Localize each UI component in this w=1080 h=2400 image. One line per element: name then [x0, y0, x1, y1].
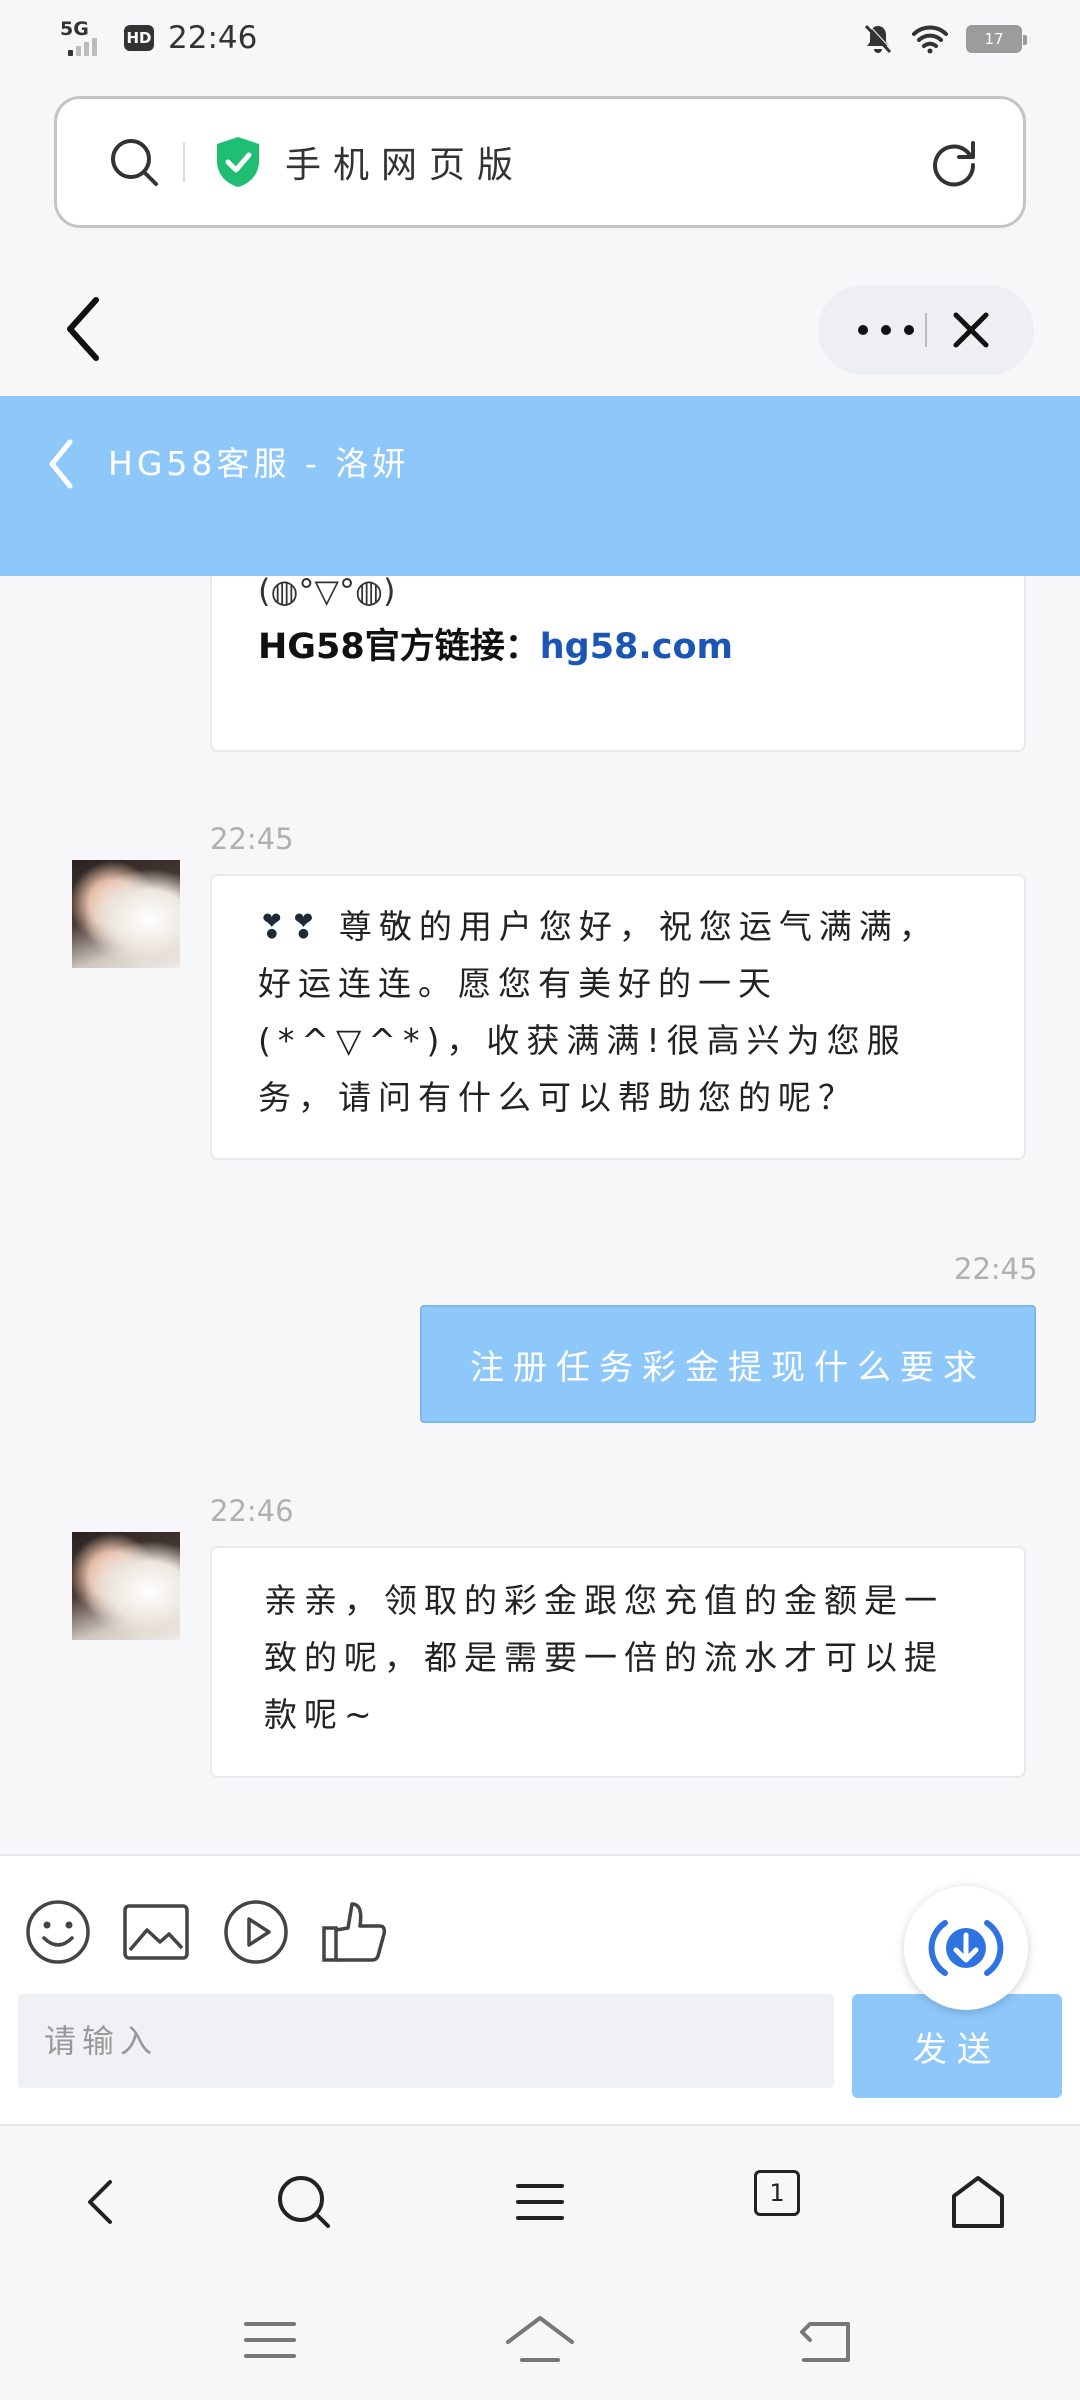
address-bar[interactable]: 手机网页版: [54, 96, 1026, 228]
status-bar: 5G HD 22:46 17: [0, 0, 1080, 84]
avatar[interactable]: [72, 1532, 180, 1640]
outgoing-message-bubble: 注册任务彩金提现什么要求: [420, 1305, 1036, 1423]
tabs-icon[interactable]: 1: [754, 2170, 800, 2216]
official-link-line: HG58官方链接：hg58.com: [258, 618, 733, 669]
back-arrow-icon[interactable]: [62, 294, 106, 364]
message-time: 22:45: [210, 822, 294, 856]
message-text: 亲亲，领取的彩金跟您充值的金额是一致的呢，都是需要一倍的流水才可以提款呢~: [264, 1581, 944, 1734]
official-link[interactable]: hg58.com: [540, 627, 733, 667]
message-text: ❣❣ 尊敬的用户您好，祝您运气满满，好运连连。愿您有美好的一天(*^▽^*)，收…: [258, 898, 978, 1126]
browser-nav: [0, 2124, 1080, 2280]
system-nav: [0, 2280, 1080, 2400]
message-time: 22:46: [210, 1494, 294, 1528]
menu-icon[interactable]: [510, 2172, 570, 2232]
status-time: 22:46: [168, 20, 258, 56]
address-title[interactable]: 手机网页版: [285, 136, 525, 188]
browser-search-icon[interactable]: [274, 2172, 334, 2232]
chat-area[interactable]: (◍°▽°◍) HG58官方链接：hg58.com 22:45 ❣❣ 尊敬的用户…: [0, 576, 1080, 1854]
status-left: 5G HD 22:46: [60, 18, 257, 58]
thumbs-up-icon[interactable]: [320, 1898, 388, 1966]
hearts-emoji: ❣❣: [258, 907, 322, 946]
message-emote: (◍°▽°◍): [258, 576, 396, 610]
wifi-icon: [912, 25, 948, 54]
message-body: 尊敬的用户您好，祝您运气满满，好运连连。愿您有美好的一天(*^▽^*)，收获满满…: [258, 907, 939, 1117]
hd-badge: HD: [124, 25, 154, 51]
network-type: 5G: [60, 18, 89, 40]
link-label: HG58官方链接：: [258, 627, 540, 667]
chat-back-icon[interactable]: [46, 436, 76, 492]
reload-icon[interactable]: [927, 135, 981, 189]
download-icon: [928, 1920, 1004, 1976]
video-icon[interactable]: [222, 1898, 290, 1966]
recent-apps-icon[interactable]: [234, 2304, 306, 2376]
send-button[interactable]: 发送: [852, 1994, 1062, 2098]
browser-home-icon[interactable]: [948, 2172, 1008, 2232]
message-time: 22:45: [954, 1252, 1038, 1286]
emoji-icon[interactable]: [24, 1898, 92, 1966]
capsule-menu: [818, 285, 1034, 375]
status-right: 17: [862, 22, 1027, 56]
shield-check-icon: [217, 137, 259, 187]
avatar[interactable]: [72, 860, 180, 968]
capsule-divider: [925, 313, 927, 347]
more-dots-icon[interactable]: [858, 309, 914, 351]
mute-notification-icon: [864, 23, 893, 54]
image-icon[interactable]: [122, 1898, 190, 1966]
chat-header: HG58客服 - 洛妍: [0, 396, 1080, 576]
top-nav: [0, 262, 1080, 396]
close-icon[interactable]: [950, 309, 992, 351]
chat-title: HG58客服 - 洛妍: [108, 444, 410, 483]
address-divider: [183, 142, 185, 182]
browser-back-icon[interactable]: [72, 2172, 132, 2232]
cell-signal-icon: 5G: [60, 18, 110, 58]
search-icon[interactable]: [107, 135, 161, 189]
battery-level: 17: [984, 30, 1004, 48]
battery-icon: 17: [966, 25, 1027, 53]
message-input[interactable]: [18, 1994, 834, 2088]
floating-download-button[interactable]: [904, 1886, 1028, 2010]
system-back-icon[interactable]: [790, 2304, 862, 2376]
composer: 发送: [0, 1854, 1080, 2124]
home-icon[interactable]: [504, 2304, 576, 2376]
